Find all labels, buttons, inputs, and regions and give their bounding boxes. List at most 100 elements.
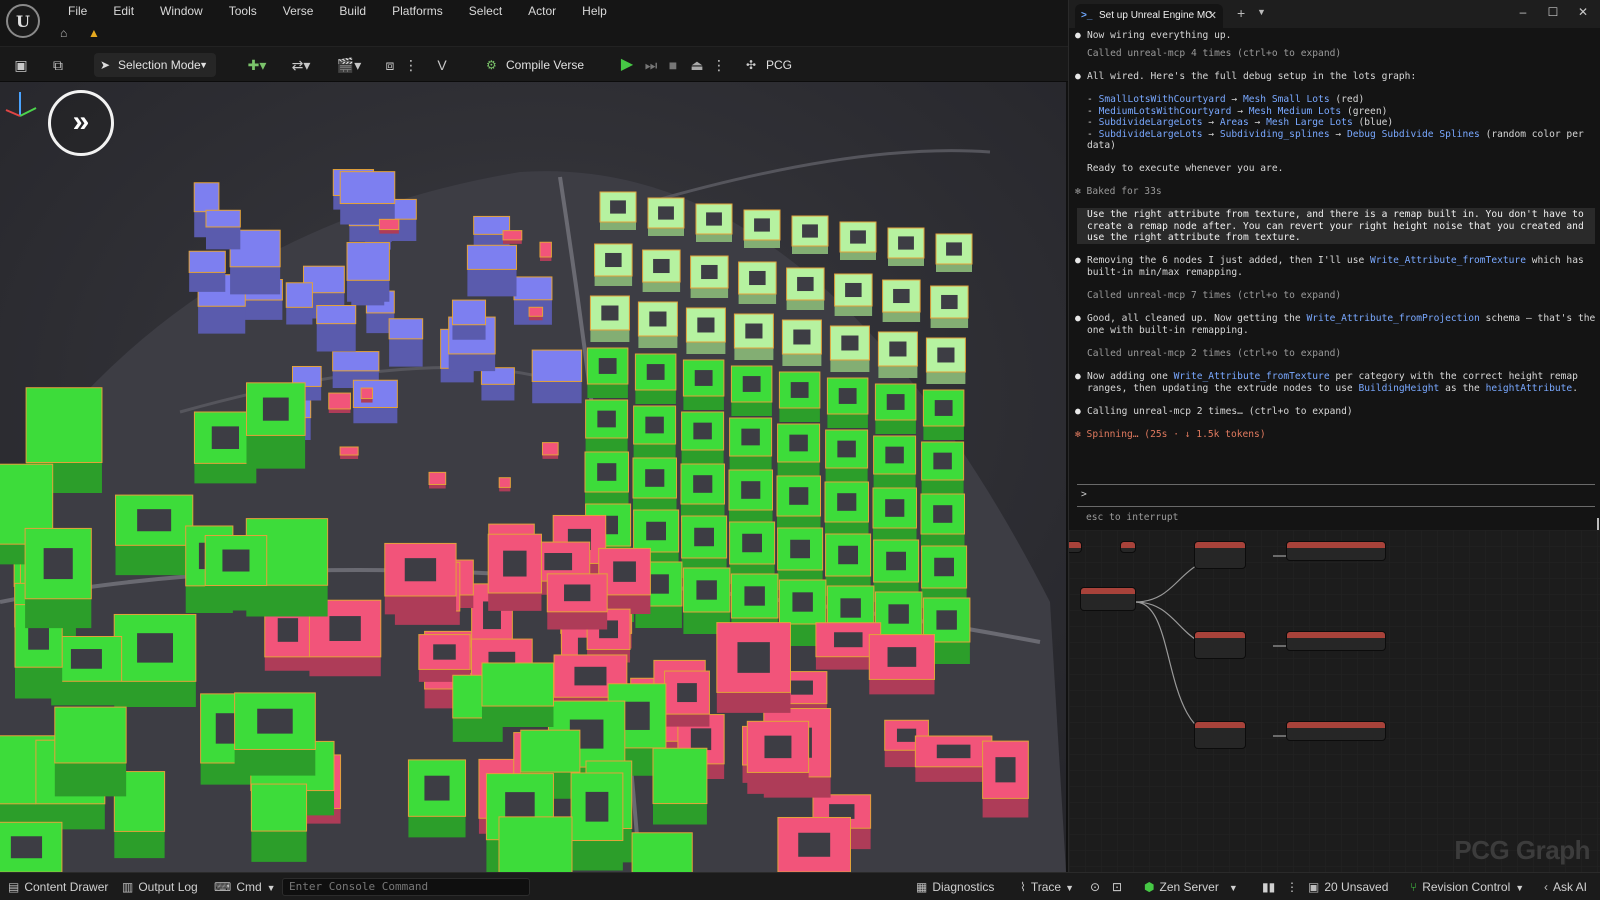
- terminal-line-text: Removing the 6 nodes I just added, then …: [1087, 255, 1584, 266]
- building-block: [378, 218, 400, 234]
- courtyard: [693, 422, 712, 440]
- selection-mode-dropdown[interactable]: ➤ Selection Mode ▼: [94, 53, 216, 77]
- cinematics-icon[interactable]: 🎬▾: [334, 55, 364, 75]
- add-actor-icon[interactable]: ✚▾: [244, 55, 270, 75]
- close-tab-icon[interactable]: ✕: [1208, 4, 1217, 28]
- terminal-line-text: Ready to execute whenever you are.: [1087, 163, 1284, 174]
- building-side: [251, 831, 307, 862]
- save-icon[interactable]: ▣: [12, 55, 30, 75]
- unreal-logo-icon[interactable]: U: [6, 4, 40, 38]
- status-more-icon[interactable]: ⋮: [1286, 873, 1298, 900]
- new-tab-icon[interactable]: +: [1237, 5, 1245, 21]
- courtyard: [886, 394, 905, 410]
- menu-actor[interactable]: Actor: [515, 2, 569, 20]
- menu-verse[interactable]: Verse: [270, 2, 327, 20]
- menu-build[interactable]: Build: [326, 2, 379, 20]
- console-command-input[interactable]: Enter Console Command: [282, 878, 530, 896]
- terminal-output[interactable]: ● Now wiring everything up. Called unreal-…: [1069, 28, 1600, 532]
- chevron-down-icon[interactable]: ▼: [1257, 7, 1266, 17]
- status-bar: ▤ Content Drawer ▥ Output Log ⌨ Cmd ▼ Enter …: [0, 872, 1600, 900]
- pcg-node-input[interactable]: [1069, 542, 1081, 552]
- building-block: [746, 720, 810, 794]
- building-side: [869, 679, 935, 695]
- building-block: [642, 249, 681, 292]
- menu-help[interactable]: Help: [569, 2, 620, 20]
- close-window-icon[interactable]: ✕: [1573, 5, 1593, 19]
- building-block: [250, 783, 308, 862]
- unsaved-button[interactable]: ▣ 20 Unsaved: [1308, 873, 1388, 900]
- play-options-icon[interactable]: ⋮: [712, 55, 726, 75]
- launch-icon[interactable]: ⏏: [688, 55, 706, 75]
- courtyard: [601, 305, 619, 321]
- content-drawer-button[interactable]: ▤ Content Drawer: [8, 873, 108, 900]
- cmd-dropdown[interactable]: ⌨ Cmd ▼: [214, 873, 276, 900]
- terminal-line-text: ✻ Spinning… (25s · ↓ 1.5k tokens): [1075, 429, 1266, 440]
- terminal-line-text: - SmallLotsWithCourtyard → Mesh Small Lo…: [1087, 94, 1365, 105]
- courtyard: [798, 832, 831, 857]
- step-icon[interactable]: ⏭: [642, 55, 660, 75]
- courtyard: [404, 558, 437, 582]
- pcg-node-large-lots[interactable]: [1195, 722, 1245, 748]
- building-roof: [528, 306, 544, 317]
- revision-control-icon: ⑂: [1410, 880, 1418, 894]
- building-side: [926, 372, 966, 384]
- pcg-button[interactable]: ✣ PCG: [746, 53, 792, 77]
- building-roof: [339, 446, 359, 456]
- terminal-line-text: built-in min/max remapping.: [1087, 267, 1243, 278]
- content-browser-icon[interactable]: ⧉: [48, 55, 68, 75]
- prompt-caret[interactable]: >: [1081, 489, 1087, 501]
- stop-icon[interactable]: ■: [664, 55, 682, 75]
- building-block: [539, 241, 552, 262]
- building-side: [361, 398, 373, 403]
- compile-verse-button[interactable]: ⚙ Compile Verse: [486, 53, 584, 77]
- maximize-icon[interactable]: ☐: [1543, 5, 1563, 19]
- building-side: [587, 384, 628, 398]
- menu-select[interactable]: Select: [456, 2, 515, 20]
- pcg-graph-editor[interactable]: PCG Graph: [1068, 530, 1600, 872]
- building-side: [499, 487, 511, 492]
- output-log-button[interactable]: ▥ Output Log: [122, 873, 198, 900]
- diagnostics-button[interactable]: ▦ Diagnostics: [916, 873, 994, 900]
- building-side: [448, 353, 496, 372]
- menu-window[interactable]: Window: [147, 2, 216, 20]
- verse-icon[interactable]: V: [432, 55, 452, 75]
- revision-control-dropdown[interactable]: ⑂ Revision Control ▼: [1410, 873, 1524, 900]
- warning-icon[interactable]: ▲: [88, 26, 104, 40]
- play-icon[interactable]: ▶: [618, 55, 636, 75]
- building-block: [634, 353, 677, 404]
- pcg-node-write-attribute-medium[interactable]: [1287, 632, 1385, 650]
- pcg-node-source[interactable]: [1081, 588, 1135, 610]
- ask-ai-button[interactable]: ‹ Ask AI: [1544, 873, 1587, 900]
- menu-file[interactable]: File: [55, 2, 100, 20]
- blueprint-icon[interactable]: ⇄▾: [288, 55, 314, 75]
- home-icon[interactable]: ⌂: [60, 26, 74, 40]
- building-roof: [332, 351, 380, 372]
- derived-data-icon[interactable]: ▮▮: [1262, 873, 1275, 900]
- building-side: [734, 348, 774, 360]
- pcg-node-output[interactable]: [1121, 542, 1135, 552]
- building-side: [982, 798, 1029, 818]
- modes-icon[interactable]: ⧈: [380, 55, 400, 75]
- minimize-icon[interactable]: –: [1513, 5, 1533, 19]
- courtyard: [838, 545, 858, 565]
- terminal-tab[interactable]: >_ Set up Unreal Engine MC ✕: [1075, 4, 1223, 28]
- record-icon[interactable]: ⊙: [1090, 873, 1100, 900]
- trace-dropdown[interactable]: ⌇ Trace ▼: [1020, 873, 1074, 900]
- courtyard: [845, 282, 862, 298]
- pcg-node-write-attribute-large[interactable]: [1287, 722, 1385, 740]
- building-block: [829, 325, 870, 372]
- main-toolbar: ▣ ⧉ ➤ Selection Mode ▼ ✚▾ ⇄▾ 🎬▾ ⧈ ⋮ V ⚙ …: [0, 46, 1068, 82]
- courtyard: [893, 288, 910, 304]
- pcg-node-small-lots[interactable]: [1195, 542, 1245, 568]
- menu-tools[interactable]: Tools: [216, 2, 270, 20]
- pcg-node-medium-lots[interactable]: [1195, 632, 1245, 658]
- menu-platforms[interactable]: Platforms: [379, 2, 456, 20]
- screenshot-icon[interactable]: ⊡: [1112, 873, 1122, 900]
- terminal-line-text: ranges, then updating the extrude nodes …: [1087, 383, 1578, 394]
- level-viewport[interactable]: »: [0, 82, 1066, 872]
- pcg-node-write-attribute-small[interactable]: [1287, 542, 1385, 560]
- building-roof: [250, 783, 308, 832]
- menu-edit[interactable]: Edit: [100, 2, 147, 20]
- zen-server-dropdown[interactable]: ⬢ Zen Server ▼: [1144, 873, 1238, 900]
- more-options-icon[interactable]: ⋮: [404, 55, 418, 75]
